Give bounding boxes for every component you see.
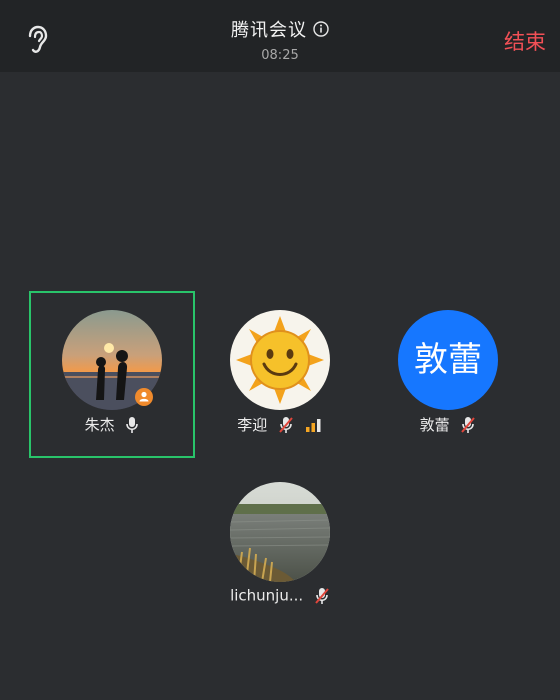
participant-name: lichunju... bbox=[230, 586, 304, 605]
microphone-muted-icon bbox=[461, 416, 476, 433]
meeting-header: 腾讯会议 08:25 结束 bbox=[0, 0, 560, 72]
participant-name: 李迎 bbox=[237, 416, 268, 434]
participant-name: 敦蕾 bbox=[419, 416, 450, 434]
host-badge-icon bbox=[135, 388, 153, 406]
microphone-icon bbox=[126, 416, 139, 433]
info-icon[interactable] bbox=[313, 21, 329, 37]
microphone-muted-icon bbox=[279, 416, 293, 433]
meeting-duration: 08:25 bbox=[261, 48, 299, 63]
signal-strength-icon bbox=[305, 418, 321, 432]
participant-name-row: lichunju... bbox=[200, 586, 360, 605]
participant-tile-2[interactable]: 李迎 bbox=[200, 292, 360, 442]
avatar-initials: 敦蕾 bbox=[398, 310, 498, 410]
microphone-muted-icon bbox=[315, 587, 329, 604]
participant-name-row: 李迎 bbox=[200, 414, 360, 435]
participant-name-row: 敦蕾 bbox=[368, 414, 528, 435]
participant-name-row: 朱杰 bbox=[32, 414, 192, 435]
title-group: 腾讯会议 bbox=[0, 16, 560, 42]
participant-tile-1[interactable]: 朱杰 bbox=[32, 292, 192, 442]
lakeshore-photo bbox=[230, 482, 330, 582]
participant-name: 朱杰 bbox=[84, 416, 115, 434]
participant-tile-4[interactable]: lichunju... bbox=[200, 464, 360, 614]
meeting-title: 腾讯会议 bbox=[231, 20, 307, 41]
participant-tile-3[interactable]: 敦蕾 敦蕾 bbox=[368, 292, 528, 442]
avatar bbox=[230, 310, 330, 410]
smiling-sun-photo bbox=[230, 310, 330, 410]
avatar bbox=[230, 482, 330, 582]
avatar: 敦蕾 bbox=[398, 310, 498, 410]
end-meeting-button[interactable]: 结束 bbox=[504, 26, 546, 56]
